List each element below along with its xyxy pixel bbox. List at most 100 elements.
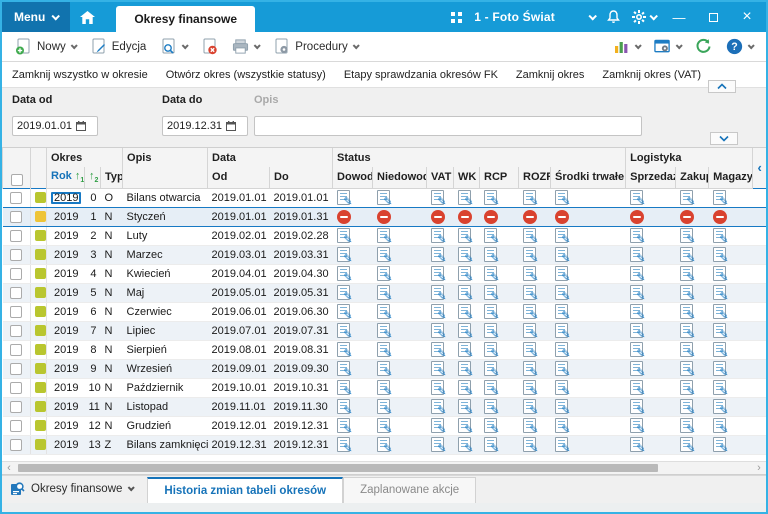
period-open-edit-icon[interactable]: [430, 380, 447, 396]
period-open-edit-icon[interactable]: [629, 247, 646, 263]
close-button[interactable]: ×: [736, 8, 758, 26]
cell-opis[interactable]: Październik: [122, 378, 208, 398]
col-header-typ[interactable]: Typ: [99, 167, 124, 189]
refresh-button[interactable]: [690, 35, 717, 58]
cell-do[interactable]: 2019.01.31: [269, 207, 333, 227]
period-open-edit-icon[interactable]: [430, 399, 447, 415]
cell-do[interactable]: 2019.10.31: [269, 378, 333, 398]
row-checkbox[interactable]: [10, 362, 23, 375]
cell-rok[interactable]: 2019: [46, 378, 85, 398]
table-row[interactable]: 2019 1 N Styczeń 2019.01.01 2019.01.31: [2, 207, 766, 227]
search-button[interactable]: [155, 35, 192, 58]
period-open-edit-icon[interactable]: [679, 380, 696, 396]
period-open-edit-icon[interactable]: [554, 399, 571, 415]
cell-typ[interactable]: N: [100, 416, 123, 436]
cell-opis[interactable]: Wrzesień: [122, 359, 208, 379]
cell-od[interactable]: 2019.07.01: [207, 321, 270, 341]
period-open-edit-icon[interactable]: [679, 304, 696, 320]
period-open-edit-icon[interactable]: [457, 304, 474, 320]
period-open-edit-icon[interactable]: [522, 380, 539, 396]
row-checkbox[interactable]: [10, 305, 23, 318]
cell-nr[interactable]: 7: [84, 321, 101, 341]
col-header-niedowody[interactable]: Niedowody: [372, 167, 428, 189]
period-open-edit-icon[interactable]: [457, 380, 474, 396]
cell-typ[interactable]: N: [100, 283, 123, 303]
period-open-edit-icon[interactable]: [430, 342, 447, 358]
cell-do[interactable]: 2019.01.01: [269, 187, 333, 208]
cell-nr[interactable]: 12: [84, 416, 101, 436]
cell-rok[interactable]: 2019: [46, 207, 85, 227]
period-open-edit-icon[interactable]: [629, 323, 646, 339]
tab-okresy-finansowe[interactable]: Okresy finansowe: [116, 6, 256, 32]
scroll-right-icon[interactable]: ›: [752, 462, 766, 474]
group-header-status[interactable]: Status: [332, 148, 627, 167]
bell-icon[interactable]: [607, 10, 620, 24]
cell-nr[interactable]: 0: [84, 187, 101, 208]
cell-opis[interactable]: Listopad: [122, 397, 208, 417]
footer-tab-historia[interactable]: Historia zmian tabeli okresów: [147, 476, 344, 503]
col-header-od[interactable]: Od: [207, 167, 271, 189]
cell-typ[interactable]: N: [100, 397, 123, 417]
period-open-edit-icon[interactable]: [554, 418, 571, 434]
select-all-checkbox[interactable]: [10, 173, 23, 186]
period-closed-icon[interactable]: [430, 209, 445, 224]
period-open-edit-icon[interactable]: [430, 304, 447, 320]
period-open-edit-icon[interactable]: [483, 247, 500, 263]
cell-do[interactable]: 2019.02.28: [269, 226, 333, 246]
period-open-edit-icon[interactable]: [712, 361, 729, 377]
group-header-logistyka[interactable]: Logistyka: [625, 148, 754, 167]
table-row[interactable]: 2019 13 Z Bilans zamknięcia 2019.12.31 2019.1…: [2, 435, 766, 455]
col-header-srodki[interactable]: Środki trwałe: [550, 167, 627, 189]
cell-opis[interactable]: Czerwiec: [122, 302, 208, 322]
period-open-edit-icon[interactable]: [376, 304, 393, 320]
period-open-edit-icon[interactable]: [483, 437, 500, 453]
table-row[interactable]: 2019 2 N Luty 2019.02.01 2019.02.28: [2, 226, 766, 246]
period-open-edit-icon[interactable]: [457, 418, 474, 434]
view-settings-button[interactable]: [649, 35, 686, 58]
group-header-data[interactable]: Data: [207, 148, 334, 167]
calendar-icon[interactable]: [226, 121, 237, 131]
cell-do[interactable]: 2019.07.31: [269, 321, 333, 341]
cell-nr[interactable]: 8: [84, 340, 101, 360]
group-header-opis[interactable]: Opis: [122, 148, 209, 167]
period-open-edit-icon[interactable]: [457, 437, 474, 453]
cell-typ[interactable]: N: [100, 264, 123, 284]
cell-nr[interactable]: 5: [84, 283, 101, 303]
period-open-edit-icon[interactable]: [336, 323, 353, 339]
cell-rok[interactable]: 2019: [46, 283, 85, 303]
period-open-edit-icon[interactable]: [430, 228, 447, 244]
cell-od[interactable]: 2019.10.01: [207, 378, 270, 398]
cell-rok[interactable]: 2019: [46, 416, 85, 436]
period-open-edit-icon[interactable]: [554, 342, 571, 358]
cell-typ[interactable]: N: [100, 207, 123, 227]
period-open-edit-icon[interactable]: [376, 399, 393, 415]
chart-button[interactable]: [608, 35, 645, 58]
menu-button[interactable]: Menu: [2, 2, 71, 32]
period-open-edit-icon[interactable]: [712, 418, 729, 434]
table-row[interactable]: 2019 4 N Kwiecień 2019.04.01 2019.04.30: [2, 264, 766, 284]
cell-typ[interactable]: N: [100, 359, 123, 379]
period-open-edit-icon[interactable]: [376, 190, 393, 206]
date-from-input[interactable]: 2019.01.01: [12, 116, 98, 136]
period-open-edit-icon[interactable]: [554, 285, 571, 301]
period-open-edit-icon[interactable]: [554, 304, 571, 320]
cell-rok[interactable]: 2019: [46, 359, 85, 379]
cell-typ[interactable]: N: [100, 340, 123, 360]
row-checkbox[interactable]: [10, 343, 23, 356]
table-row[interactable]: 2019 0 O Bilans otwarcia 2019.01.01 2019.01.0…: [2, 187, 766, 208]
home-button[interactable]: [70, 2, 104, 32]
period-open-edit-icon[interactable]: [483, 228, 500, 244]
period-open-edit-icon[interactable]: [679, 247, 696, 263]
row-checkbox[interactable]: [10, 419, 23, 432]
cell-nr[interactable]: 1: [84, 207, 101, 227]
period-open-edit-icon[interactable]: [430, 361, 447, 377]
row-checkbox[interactable]: [10, 210, 23, 223]
cell-od[interactable]: 2019.12.01: [207, 416, 270, 436]
period-open-edit-icon[interactable]: [522, 228, 539, 244]
period-open-edit-icon[interactable]: [712, 228, 729, 244]
apps-grid-icon[interactable]: [451, 11, 463, 23]
period-open-edit-icon[interactable]: [522, 190, 539, 206]
period-open-edit-icon[interactable]: [336, 361, 353, 377]
footer-panel-selector[interactable]: Okresy finansowe: [10, 475, 147, 503]
procedures-button[interactable]: Procedury: [268, 35, 362, 58]
